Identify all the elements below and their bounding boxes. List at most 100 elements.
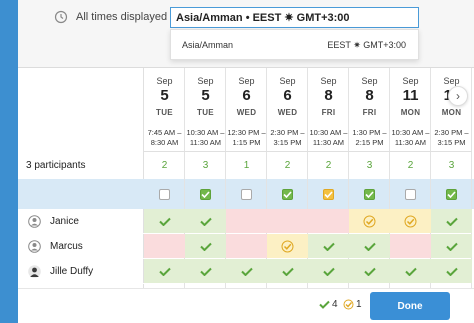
check-icon bbox=[199, 267, 212, 276]
timezone-option-offset: EEST ✷ GMT+3:00 bbox=[327, 40, 406, 50]
vote-cell-maybe bbox=[267, 234, 308, 258]
vote-cell-no bbox=[390, 234, 431, 258]
timezone-input[interactable]: Asia/Amman • EEST ✷ GMT+3:00 bbox=[170, 7, 419, 28]
yes-summary: 4 bbox=[319, 299, 338, 310]
vote-cell-no bbox=[226, 209, 267, 233]
date-column-header: Sep 5 TUE 10:30 AM –11:30 AM bbox=[185, 68, 226, 152]
vote-count: 2 bbox=[325, 160, 332, 171]
day-number: 6 bbox=[242, 87, 251, 104]
date-column: Sep 11 MON 10:30 AM –11:30 AM 2 bbox=[390, 68, 431, 288]
date-column-header: Sep 8 FRI 10:30 AM –11:30 AM bbox=[308, 68, 349, 152]
availability-checkbox[interactable] bbox=[200, 188, 211, 200]
poll-grid: 3 participantsSeanJaniceMarcusJille Duff… bbox=[18, 68, 474, 288]
poll-panel: All times displayed in Asia/Amman • EEST… bbox=[18, 0, 474, 323]
check-icon bbox=[281, 267, 294, 276]
vote-cell-yes bbox=[185, 209, 226, 233]
date-column: Sep 5 TUE 10:30 AM –11:30 AM 3 bbox=[185, 68, 226, 288]
check-icon bbox=[365, 190, 374, 198]
vote-count: 3 bbox=[366, 160, 373, 171]
vote-count: 2 bbox=[284, 160, 291, 171]
check-icon bbox=[240, 267, 253, 276]
date-column: Sep 8 FRI 10:30 AM –11:30 AM 2 bbox=[308, 68, 349, 288]
timezone-option[interactable]: Asia/Amman EEST ✷ GMT+3:00 bbox=[170, 29, 419, 60]
weekday-label: MON bbox=[441, 108, 462, 117]
time-end: 11:30 AM bbox=[189, 138, 222, 147]
time-end: 3:15 PM bbox=[437, 138, 466, 147]
vote-cell-yes bbox=[308, 234, 349, 258]
vote-count: 2 bbox=[407, 160, 414, 171]
weekday-label: FRI bbox=[321, 108, 336, 117]
timezone-label: All times displayed in bbox=[76, 11, 179, 23]
check-icon bbox=[324, 190, 333, 198]
time-start: 10:30 AM – bbox=[186, 128, 225, 137]
date-column-header: Sep11MON2:30 PM –3:15 PM bbox=[431, 68, 472, 152]
check-icon bbox=[158, 217, 171, 226]
month-label: Sep bbox=[279, 76, 296, 86]
time-end: 3:15 PM bbox=[273, 138, 302, 147]
check-icon bbox=[199, 217, 212, 226]
availability-checkbox[interactable] bbox=[282, 188, 293, 200]
day-number: 5 bbox=[160, 87, 169, 104]
weekday-label: TUE bbox=[156, 108, 173, 117]
yes-count: 4 bbox=[332, 299, 338, 310]
check-icon bbox=[283, 190, 292, 198]
vote-count: 3 bbox=[448, 160, 455, 171]
vote-cell-no bbox=[308, 209, 349, 233]
availability-checkbox[interactable] bbox=[159, 188, 170, 200]
check-icon bbox=[363, 267, 376, 276]
vote-cell-yes bbox=[431, 234, 472, 258]
vote-cell-yes bbox=[267, 259, 308, 283]
time-start: 10:30 AM – bbox=[391, 128, 430, 137]
time-end: 8:30 AM bbox=[150, 138, 179, 147]
vote-cell-no bbox=[226, 234, 267, 258]
check-icon bbox=[322, 242, 335, 251]
check-icon bbox=[201, 190, 210, 198]
availability-checkbox[interactable] bbox=[446, 188, 457, 200]
month-label: Sep bbox=[443, 76, 460, 86]
day-number: 6 bbox=[283, 87, 292, 104]
time-end: 11:30 AM bbox=[394, 138, 427, 147]
vote-cell-yes bbox=[144, 209, 185, 233]
date-column-header: Sep 8 FRI 1:30 PM –2:15 PM bbox=[349, 68, 390, 152]
maybe-summary: 1 bbox=[343, 299, 362, 310]
check-icon bbox=[363, 242, 376, 251]
check-icon bbox=[445, 217, 458, 226]
month-label: Sep bbox=[320, 76, 337, 86]
footer: 4 1 Done bbox=[18, 288, 474, 323]
check-icon bbox=[319, 300, 330, 309]
check-icon bbox=[158, 267, 171, 276]
availability-checkbox[interactable] bbox=[364, 188, 375, 200]
day-number: 11 bbox=[402, 87, 419, 104]
time-start: 12:30 PM – bbox=[227, 128, 266, 137]
time-start: 7:45 AM – bbox=[147, 128, 182, 137]
vote-cell-yes bbox=[349, 259, 390, 283]
month-label: Sep bbox=[238, 76, 255, 86]
availability-checkbox[interactable] bbox=[405, 188, 416, 200]
day-number: 8 bbox=[324, 87, 333, 104]
maybe-check-icon bbox=[281, 240, 294, 252]
vote-cell-yes bbox=[185, 259, 226, 283]
vote-count: 2 bbox=[161, 160, 168, 171]
time-start: 2:30 PM – bbox=[270, 128, 305, 137]
participants-count-label: 3 participants bbox=[26, 160, 86, 171]
vote-cell-yes bbox=[431, 209, 472, 233]
vote-cell-yes bbox=[349, 234, 390, 258]
time-end: 2:15 PM bbox=[355, 138, 384, 147]
vote-count: 1 bbox=[243, 160, 250, 171]
check-icon bbox=[199, 242, 212, 251]
availability-checkbox[interactable] bbox=[323, 188, 334, 200]
weekday-label: WED bbox=[277, 108, 298, 117]
vote-cell-yes bbox=[226, 259, 267, 283]
next-columns-button[interactable]: › bbox=[448, 86, 468, 106]
date-column: Sep 6 WED 2:30 PM –3:15 PM 2 bbox=[267, 68, 308, 288]
vote-cell-yes bbox=[308, 259, 349, 283]
month-label: Sep bbox=[402, 76, 419, 86]
check-icon bbox=[322, 267, 335, 276]
weekday-label: MON bbox=[400, 108, 421, 117]
vote-cell-maybe bbox=[349, 209, 390, 233]
vote-cell-yes bbox=[185, 234, 226, 258]
weekday-label: WED bbox=[236, 108, 257, 117]
availability-checkbox[interactable] bbox=[241, 188, 252, 200]
done-button[interactable]: Done bbox=[370, 292, 450, 320]
month-label: Sep bbox=[156, 76, 173, 86]
